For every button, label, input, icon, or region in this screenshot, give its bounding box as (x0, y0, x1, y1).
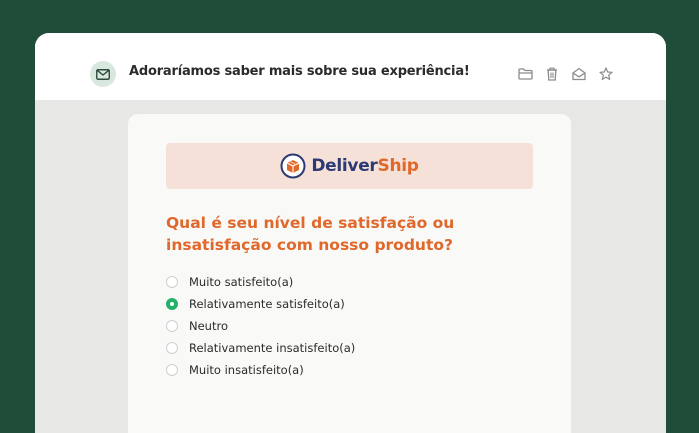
open-envelope-icon[interactable] (571, 66, 587, 82)
radio-button[interactable] (166, 364, 178, 376)
option-label: Muito insatisfeito(a) (189, 363, 304, 377)
radio-button[interactable] (166, 320, 178, 332)
email-subject: Adoraríamos saber mais sobre sua experiê… (129, 64, 470, 79)
email-actions (517, 66, 614, 82)
email-body: DeliverShip Qual é seu nível de satisfaç… (35, 100, 666, 433)
brand-name-part2: Ship (377, 156, 419, 176)
deliver-ship-logo-icon (280, 153, 306, 179)
brand-name: DeliverShip (311, 156, 419, 176)
star-icon[interactable] (598, 66, 614, 82)
option-somewhat-dissatisfied[interactable]: Relativamente insatisfeito(a) (166, 337, 355, 359)
radio-button[interactable] (166, 276, 178, 288)
radio-button[interactable] (166, 342, 178, 354)
radio-button-selected[interactable] (166, 298, 178, 310)
brand-name-part1: Deliver (311, 156, 378, 176)
option-very-satisfied[interactable]: Muito satisfeito(a) (166, 271, 355, 293)
option-neutral[interactable]: Neutro (166, 315, 355, 337)
survey-question: Qual é seu nível de satisfação ou insati… (166, 214, 455, 254)
option-label: Neutro (189, 319, 228, 333)
option-very-dissatisfied[interactable]: Muito insatisfeito(a) (166, 359, 355, 381)
email-header: Adoraríamos saber mais sobre sua experiê… (35, 33, 666, 101)
survey-card: DeliverShip Qual é seu nível de satisfaç… (128, 114, 571, 433)
folder-icon[interactable] (517, 66, 533, 82)
option-somewhat-satisfied[interactable]: Relativamente satisfeito(a) (166, 293, 355, 315)
email-window: Adoraríamos saber mais sobre sua experiê… (35, 33, 666, 433)
option-label: Muito satisfeito(a) (189, 275, 294, 289)
brand-banner: DeliverShip (166, 143, 533, 189)
option-label: Relativamente insatisfeito(a) (189, 341, 356, 355)
mail-icon (90, 61, 116, 87)
survey-options: Muito satisfeito(a) Relativamente satisf… (166, 271, 355, 381)
option-label: Relativamente satisfeito(a) (189, 297, 345, 311)
trash-icon[interactable] (544, 66, 560, 82)
